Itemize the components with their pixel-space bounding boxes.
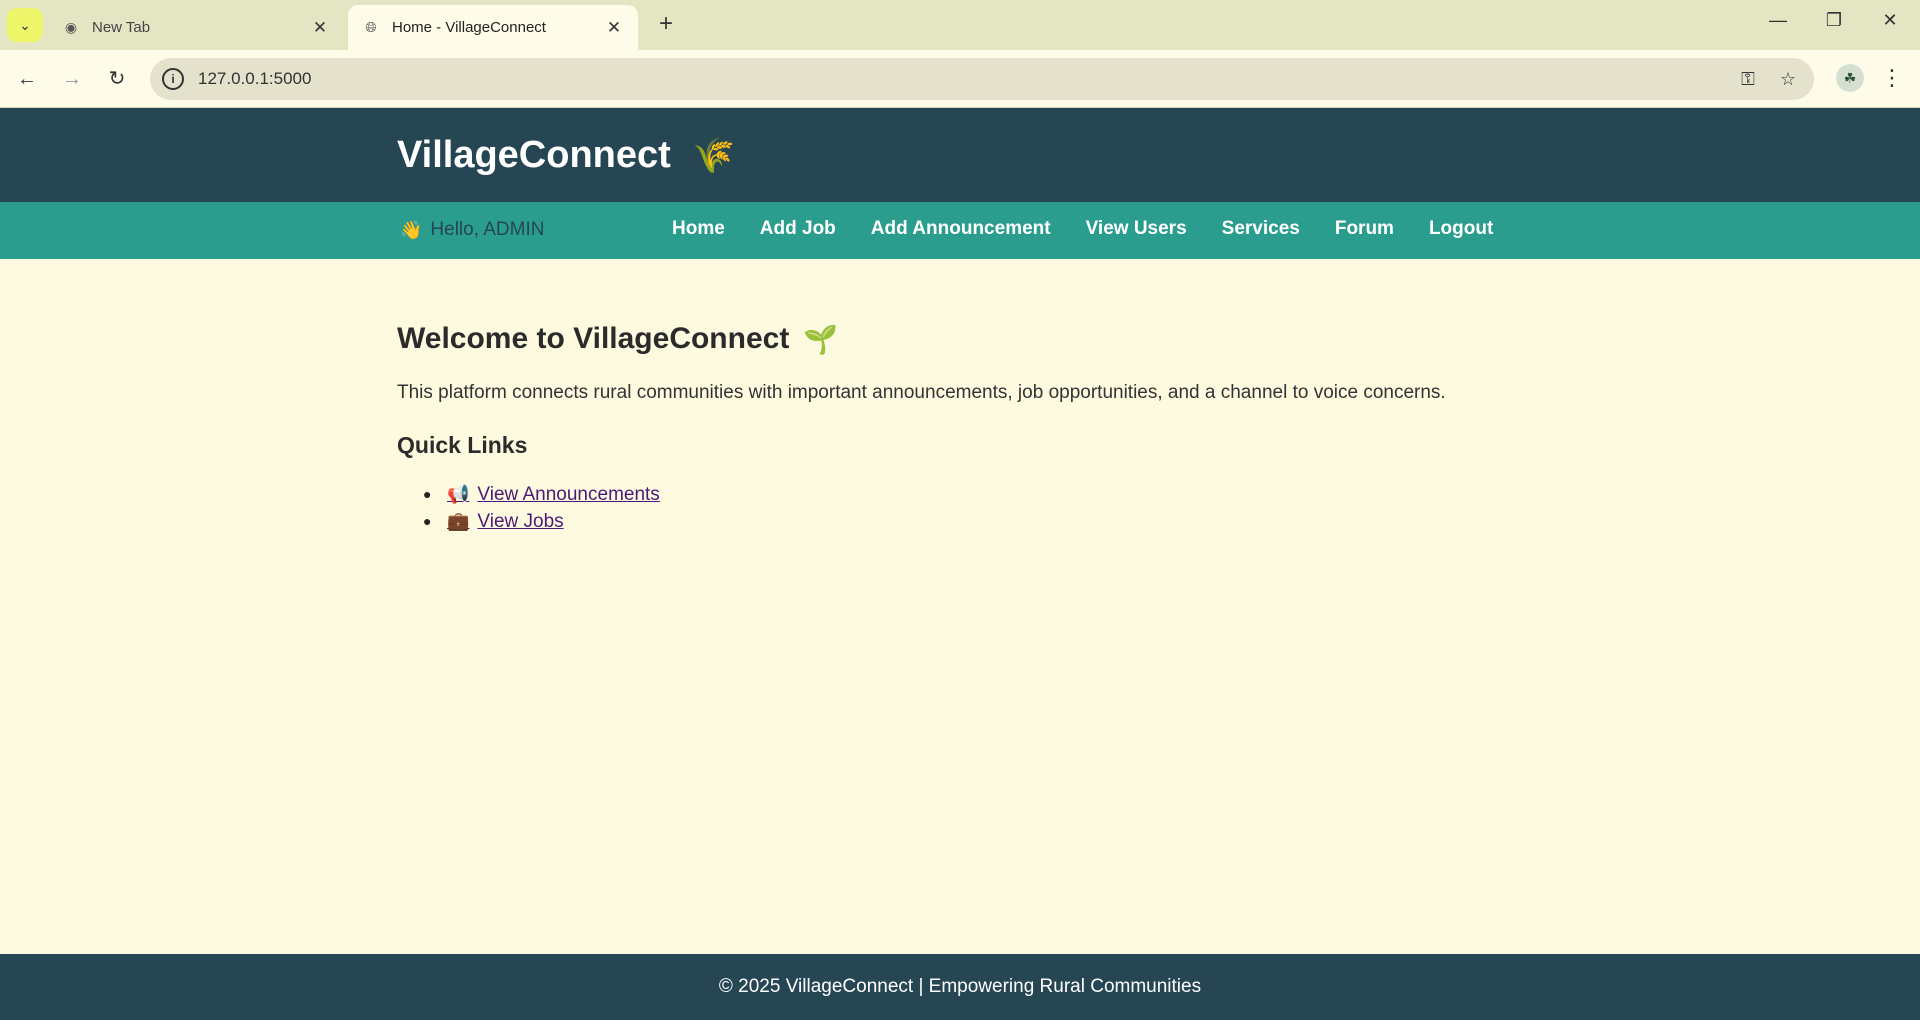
nav-link-services[interactable]: Services [1222, 218, 1300, 240]
brand-name: VillageConnect [397, 134, 671, 176]
link-label: View Announcements [477, 484, 660, 505]
tab-title: Home - VillageConnect [392, 19, 546, 36]
user-greeting: 👋 Hello, ADMIN [400, 219, 544, 241]
profile-avatar[interactable]: ☘ [1836, 64, 1864, 92]
reload-icon[interactable]: ↻ [102, 64, 132, 94]
nav-links: Home Add Job Add Announcement View Users… [672, 218, 1528, 240]
megaphone-icon: 📢 [447, 484, 470, 504]
browser-tab-home[interactable]: 🌐︎ Home - VillageConnect ✕ [348, 5, 638, 50]
chevron-down-icon: ⌄ [19, 16, 31, 33]
minimize-icon[interactable]: — [1758, 10, 1798, 31]
list-item: ● 💼 View Jobs [423, 508, 1597, 535]
nav-link-add-announcement[interactable]: Add Announcement [871, 218, 1051, 240]
intro-text: This platform connects rural communities… [397, 382, 1446, 403]
site-brand[interactable]: VillageConnect 🌾 [397, 134, 735, 177]
tab-search-button[interactable]: ⌄ [7, 8, 43, 42]
briefcase-icon: 💼 [447, 511, 470, 531]
nav-link-view-users[interactable]: View Users [1086, 218, 1187, 240]
window-close-icon[interactable]: ✕ [1870, 10, 1910, 31]
more-menu-icon[interactable]: ⋮ [1880, 64, 1904, 94]
view-jobs-link[interactable]: 💼 View Jobs [447, 508, 564, 535]
quick-links-heading: Quick Links [397, 432, 528, 458]
view-announcements-link[interactable]: 📢 View Announcements [447, 481, 660, 508]
site-header: VillageConnect 🌾 [0, 108, 1920, 202]
forward-arrow-icon[interactable]: → [57, 64, 87, 94]
new-tab-button[interactable]: + [652, 11, 680, 39]
page-title-text: Welcome to VillageConnect [397, 322, 790, 355]
waving-hand-icon: 👋 [400, 219, 423, 240]
key-icon[interactable]: ⚿ [1734, 69, 1762, 90]
close-icon[interactable]: ✕ [604, 18, 624, 38]
site-info-icon[interactable]: i [162, 68, 184, 90]
bullet-icon: ● [423, 513, 432, 529]
globe-icon: 🌐︎ [365, 19, 377, 35]
chrome-icon: ◉ [64, 19, 78, 35]
close-icon[interactable]: ✕ [310, 18, 330, 38]
site-footer: © 2025 VillageConnect | Empowering Rural… [0, 954, 1920, 1020]
bullet-icon: ● [423, 486, 432, 502]
page-title: Welcome to VillageConnect 🌱 [397, 322, 1597, 356]
nav-link-home[interactable]: Home [672, 218, 725, 240]
browser-tab-bar: ⌄ ◉ New Tab ✕ 🌐︎ Home - VillageConnect ✕… [0, 0, 1920, 50]
nav-link-logout[interactable]: Logout [1429, 218, 1493, 240]
address-url[interactable]: 127.0.0.1:5000 [198, 69, 1734, 89]
list-item: ● 📢 View Announcements [423, 481, 1597, 508]
greeting-text: Hello, ADMIN [430, 219, 545, 240]
site-nav: 👋 Hello, ADMIN Home Add Job Add Announce… [0, 202, 1920, 259]
restore-icon[interactable]: ❐ [1814, 10, 1854, 31]
nav-link-forum[interactable]: Forum [1335, 218, 1394, 240]
tab-title: New Tab [92, 19, 151, 36]
link-label: View Jobs [477, 511, 564, 532]
back-arrow-icon[interactable]: ← [12, 64, 42, 94]
main-content: Welcome to VillageConnect 🌱 This platfor… [397, 322, 1597, 535]
quick-links-list: ● 📢 View Announcements ● 💼 View Jobs [423, 481, 1597, 535]
wheat-icon: 🌾 [692, 136, 736, 175]
browser-toolbar: ← → ↻ i 127.0.0.1:5000 ⚿ ☆ ☘ ⋮ [0, 50, 1920, 108]
footer-text: © 2025 VillageConnect | Empowering Rural… [718, 976, 1202, 997]
star-icon[interactable]: ☆ [1774, 69, 1802, 90]
nav-link-add-job[interactable]: Add Job [760, 218, 836, 240]
seedling-icon: 🌱 [803, 323, 839, 355]
address-bar[interactable]: i 127.0.0.1:5000 ⚿ ☆ [150, 58, 1814, 100]
browser-tab-new-tab[interactable]: ◉ New Tab ✕ [48, 5, 344, 50]
